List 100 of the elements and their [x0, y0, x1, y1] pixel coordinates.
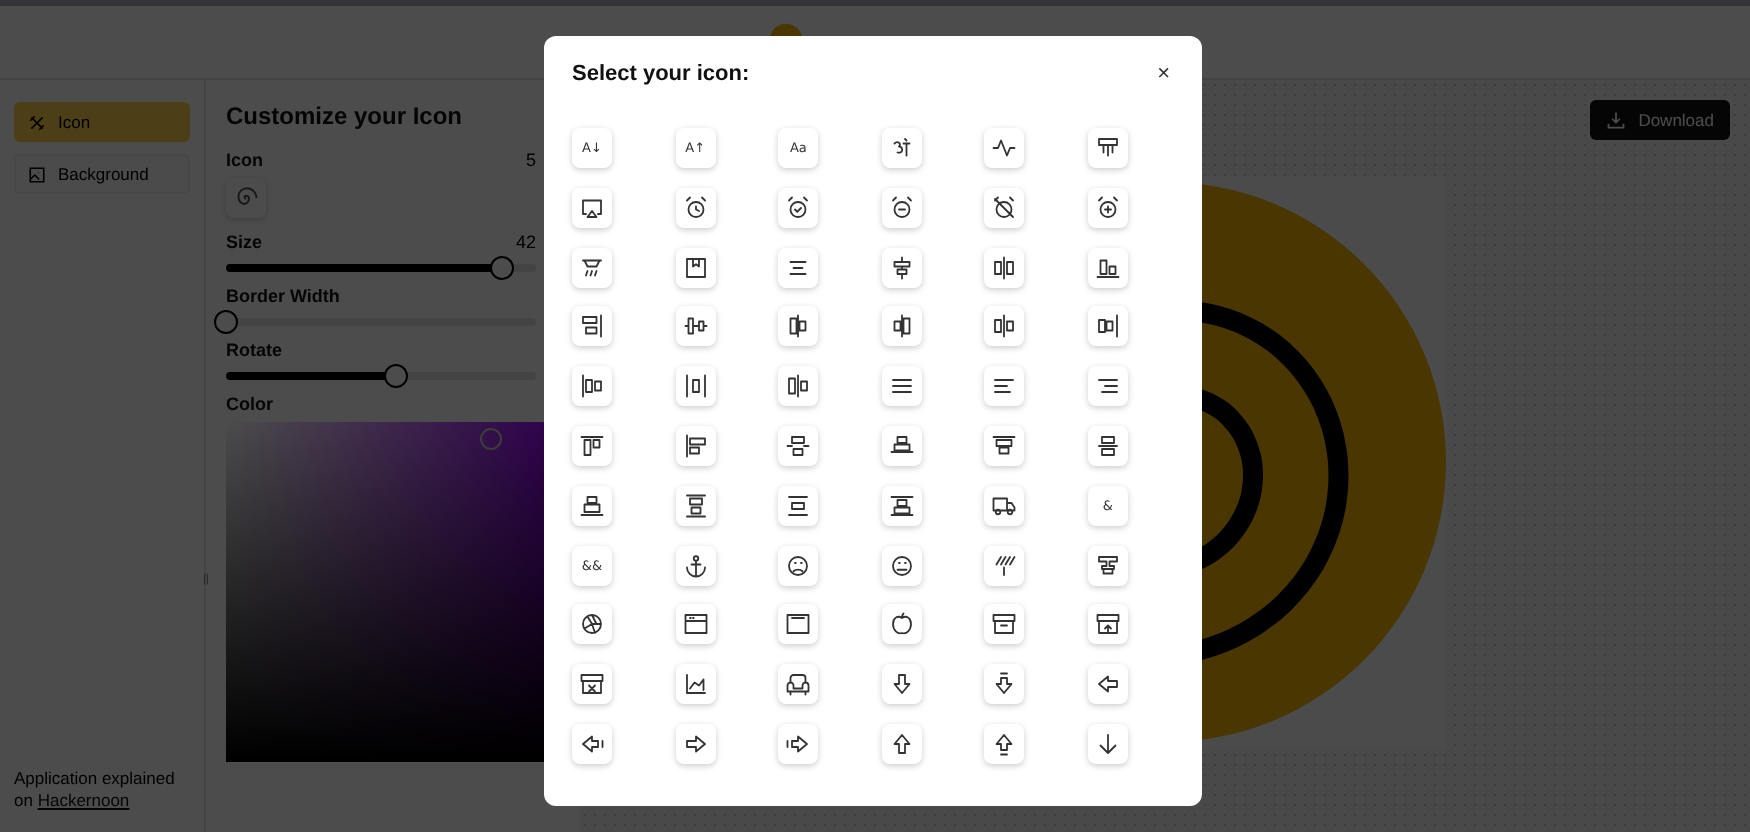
- icon-option[interactable]: [778, 306, 819, 347]
- screen-icon: [580, 195, 604, 220]
- icon-option[interactable]: [572, 366, 612, 407]
- icon-option[interactable]: [1087, 425, 1128, 466]
- icon-option[interactable]: [984, 664, 1025, 705]
- icon-option[interactable]: [1087, 187, 1128, 228]
- icon-option[interactable]: [1087, 366, 1128, 407]
- icon-option[interactable]: [1087, 306, 1128, 347]
- icon-option[interactable]: [1087, 604, 1128, 645]
- icon-option[interactable]: [675, 664, 716, 705]
- anvil-icon: [1095, 553, 1120, 578]
- icon-option[interactable]: [675, 604, 716, 645]
- icon-option[interactable]: [572, 306, 612, 347]
- icon-option[interactable]: [1087, 247, 1128, 288]
- aperture-icon: [580, 612, 604, 637]
- icon-option[interactable]: [881, 485, 922, 526]
- align-icon: [786, 374, 811, 399]
- window-icon: [786, 612, 811, 637]
- icon-option[interactable]: [778, 485, 819, 526]
- archive-box-icon: [992, 612, 1017, 637]
- panel-title: Customize your Icon: [226, 102, 465, 130]
- align-icon: [889, 433, 914, 458]
- align-icon: [1095, 314, 1120, 339]
- icon-option[interactable]: [984, 545, 1025, 586]
- icon-option[interactable]: [778, 723, 819, 764]
- icon-option[interactable]: [881, 723, 922, 764]
- window-icon: [683, 612, 708, 637]
- align-icon: [580, 433, 604, 458]
- align-icon: [992, 314, 1017, 339]
- icon-option[interactable]: [984, 247, 1025, 288]
- icon-option[interactable]: [984, 366, 1025, 407]
- icon-option[interactable]: [881, 604, 922, 645]
- align-icon: [580, 314, 604, 339]
- icon-option[interactable]: [675, 545, 716, 586]
- close-button[interactable]: ×: [1153, 64, 1174, 86]
- dialog-title: Select your icon:: [572, 60, 750, 88]
- icon-option[interactable]: [881, 247, 922, 288]
- icon-option[interactable]: [778, 247, 819, 288]
- icon-option[interactable]: [572, 425, 612, 466]
- arrow-up-icon: [992, 731, 1017, 756]
- icon-option[interactable]: [881, 128, 922, 168]
- truck-icon: [992, 493, 1017, 518]
- icon-option[interactable]: [675, 306, 716, 347]
- icon-option[interactable]: [984, 306, 1025, 347]
- icon-option[interactable]: [984, 604, 1025, 645]
- arrow-left-icon: [1095, 672, 1120, 697]
- icon-option[interactable]: [675, 425, 716, 466]
- armchair-icon: [786, 672, 811, 697]
- icon-option[interactable]: [778, 664, 819, 705]
- align-left-icon: [992, 374, 1017, 399]
- hatch-icon: [992, 553, 1017, 578]
- icon-option[interactable]: [675, 366, 716, 407]
- icon-option[interactable]: [572, 723, 612, 764]
- icon-option[interactable]: [572, 604, 612, 645]
- lines-icon: [889, 374, 914, 399]
- icon-option[interactable]: [1087, 723, 1128, 764]
- icon-option[interactable]: [675, 247, 716, 288]
- icon-option[interactable]: [1087, 664, 1128, 705]
- align-icon: [786, 493, 811, 518]
- align-icon: [683, 433, 708, 458]
- icon-option[interactable]: [881, 664, 922, 705]
- align-icon: [580, 493, 604, 518]
- icon-option[interactable]: [572, 664, 612, 705]
- icon-option[interactable]: [1087, 545, 1128, 586]
- align-icon: [1095, 433, 1120, 458]
- icon-option[interactable]: [984, 485, 1025, 526]
- icon-option[interactable]: [881, 545, 922, 586]
- icon-option[interactable]: [778, 604, 819, 645]
- icon-option[interactable]: [984, 128, 1025, 168]
- align-icon: [992, 255, 1017, 280]
- align-icon: [889, 493, 914, 518]
- area-chart-icon: [683, 672, 708, 697]
- icon-option[interactable]: [1087, 128, 1128, 168]
- icon-option[interactable]: [984, 723, 1025, 764]
- alarm-clock-icon: [992, 195, 1017, 220]
- icon-option[interactable]: [778, 366, 819, 407]
- icon-option[interactable]: [675, 187, 716, 228]
- icon-option[interactable]: [881, 306, 922, 347]
- icon-option[interactable]: [881, 187, 922, 228]
- icon-option[interactable]: [984, 187, 1025, 228]
- neutral-face-icon: [889, 553, 914, 578]
- icon-option[interactable]: [572, 485, 612, 526]
- icon-option[interactable]: [675, 485, 716, 526]
- icon-option[interactable]: [572, 247, 612, 288]
- align-icon: [683, 374, 708, 399]
- icon-option[interactable]: [881, 425, 922, 466]
- icon-option[interactable]: [778, 545, 819, 586]
- icon-option[interactable]: [881, 366, 922, 407]
- icon-option[interactable]: [778, 187, 819, 228]
- icon-option[interactable]: [778, 425, 819, 466]
- anchor-icon: [683, 553, 708, 578]
- alarm-clock-icon: [786, 195, 811, 220]
- icon-option[interactable]: [675, 723, 716, 764]
- icon-option[interactable]: [984, 425, 1025, 466]
- pulse-icon: [992, 136, 1017, 160]
- icon-option[interactable]: [572, 187, 612, 228]
- align-icon: [992, 433, 1017, 458]
- alarm-clock-icon: [1095, 195, 1120, 220]
- symbol-icon: [889, 136, 914, 160]
- align-icon: [786, 433, 811, 458]
